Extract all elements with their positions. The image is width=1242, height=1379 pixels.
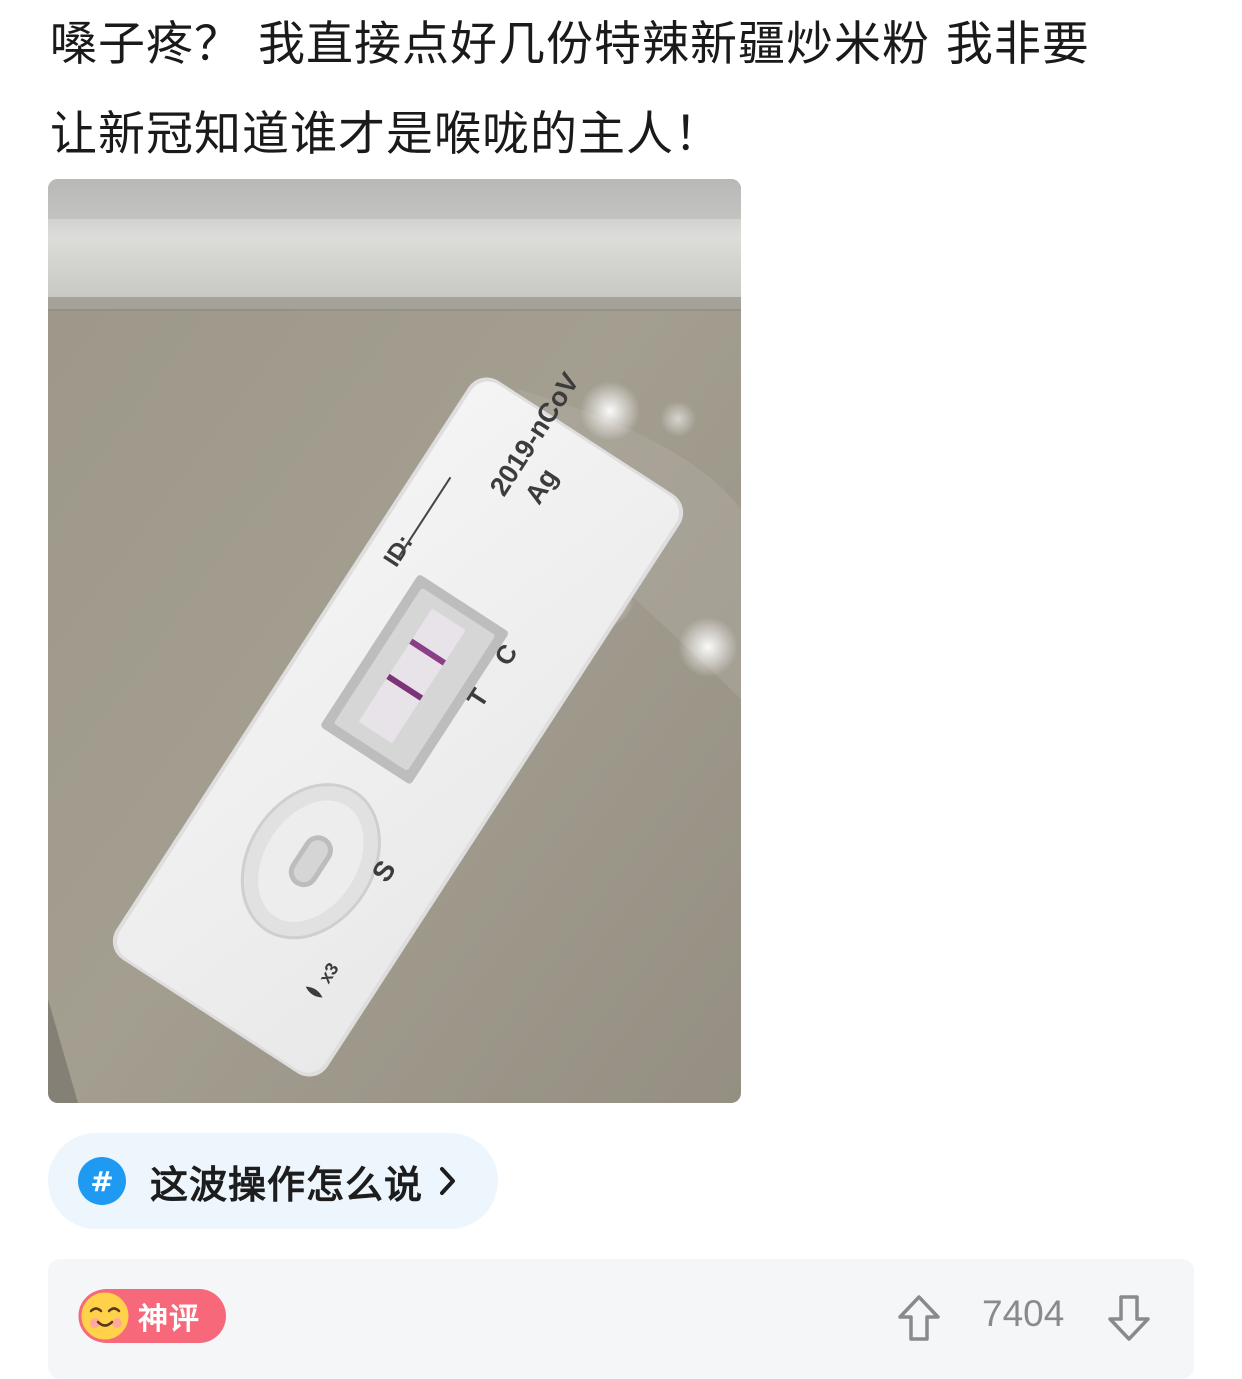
smiling-face-icon (78, 1289, 132, 1343)
upvote-button[interactable] (896, 1293, 942, 1347)
top-comment-card[interactable]: 神评 7404 (48, 1259, 1194, 1379)
topic-chip[interactable]: # 这波操作怎么说 (48, 1133, 498, 1229)
covid-antigen-test-photo: 2019-nCoV Ag ID: C T S x3 (48, 179, 741, 1103)
god-comment-badge: 神评 (78, 1289, 226, 1343)
post-image[interactable]: 2019-nCoV Ag ID: C T S x3 (48, 179, 741, 1103)
hashtag-icon: # (78, 1157, 126, 1205)
topic-label: 这波操作怎么说 (150, 1162, 424, 1207)
badge-label: 神评 (138, 1302, 200, 1337)
arrow-down-icon (1108, 1295, 1150, 1341)
arrow-up-icon (898, 1295, 940, 1341)
vote-count: 7404 (982, 1293, 1065, 1334)
post-text-line-2: 让新冠知道谁才是喉咙的主人！ (50, 107, 722, 162)
downvote-button[interactable] (1106, 1293, 1152, 1347)
chevron-right-icon (439, 1166, 457, 1196)
post-text-line-1: 嗓子疼？ 我直接点好几份特辣新疆炒米粉 我非要 (50, 17, 1090, 72)
post-text: 嗓子疼？ 我直接点好几份特辣新疆炒米粉 我非要 让新冠知道谁才是喉咙的主人！ (50, 0, 1200, 180)
